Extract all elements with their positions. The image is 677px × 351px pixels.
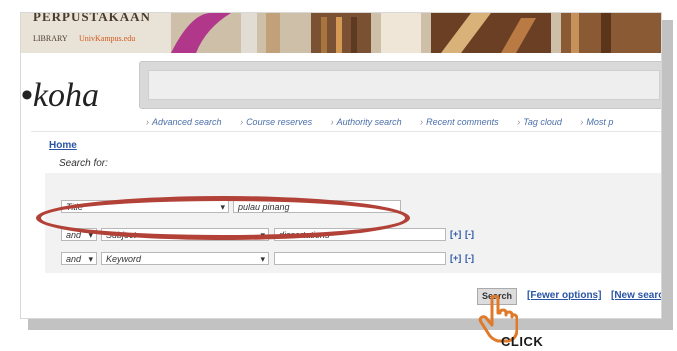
nav-recent-comments[interactable]: › Recent comments: [420, 117, 507, 127]
fewer-options-link[interactable]: [Fewer options]: [527, 290, 601, 301]
banner-photo: [171, 13, 661, 53]
nav-authority-search[interactable]: › Authority search: [331, 117, 410, 127]
row2-add-link[interactable]: [+]: [450, 229, 461, 239]
new-search-link[interactable]: [New searc: [611, 290, 661, 301]
row2-remove-link[interactable]: [-]: [465, 229, 474, 239]
nav-links: › Advanced search › Course reserves › Autho…: [146, 117, 629, 127]
masthead-search-bar: [139, 61, 661, 109]
koha-logo: •koha: [21, 77, 99, 115]
row3-field-select[interactable]: Keyword: [101, 252, 269, 266]
masthead-search-input[interactable]: [148, 70, 660, 100]
nav-most-popular[interactable]: › Most p: [580, 117, 621, 127]
koha-logo-mark: •: [21, 77, 33, 114]
koha-logo-text: koha: [32, 77, 99, 114]
nav-advanced-search[interactable]: › Advanced search: [146, 117, 230, 127]
screenshot-frame: PERPUSTAKAAN LIBRARY UnivKampus.edu •koh…: [20, 12, 662, 319]
library-name: PERPUSTAKAAN: [33, 13, 151, 24]
row3-operator-select[interactable]: and: [61, 252, 97, 266]
library-label: LIBRARY: [33, 34, 68, 43]
nav-tag-cloud[interactable]: › Tag cloud: [517, 117, 570, 127]
row3-remove-link[interactable]: [-]: [465, 253, 474, 263]
row3-add-link[interactable]: [+]: [450, 253, 461, 263]
search-for-label: Search for:: [59, 158, 108, 169]
breadcrumb-home[interactable]: Home: [49, 140, 77, 151]
nav-course-reserves[interactable]: › Course reserves: [240, 117, 320, 127]
library-banner: PERPUSTAKAAN LIBRARY UnivKampus.edu: [21, 13, 661, 53]
highlight-ellipse: [36, 196, 410, 240]
library-url: UnivKampus.edu: [79, 34, 136, 43]
click-label: CLICK: [501, 334, 544, 349]
row3-term-input[interactable]: [274, 252, 446, 265]
